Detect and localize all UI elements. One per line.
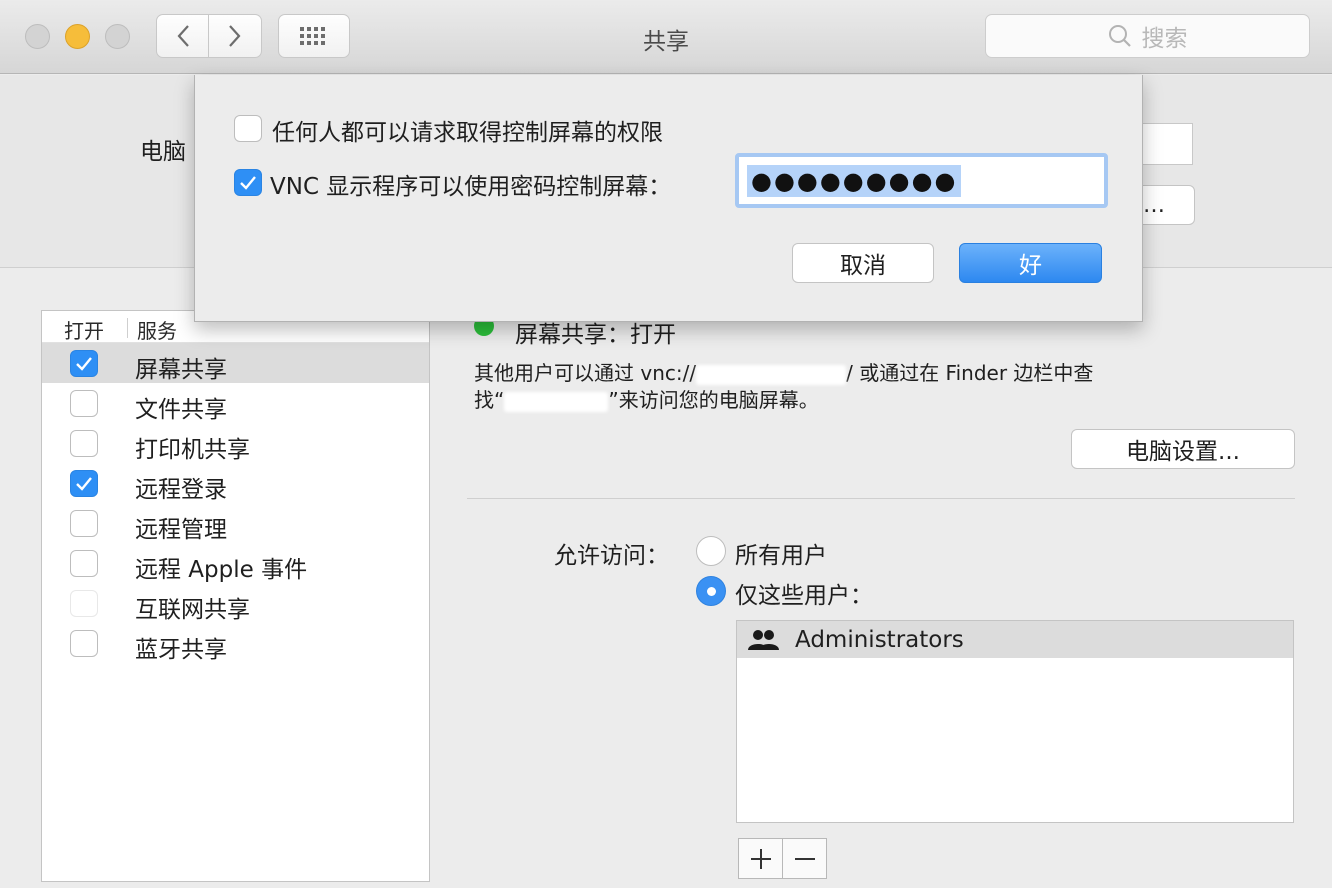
service-row-printer-sharing[interactable]: 打印机共享: [42, 423, 429, 463]
chevron-right-icon: [229, 25, 241, 47]
forward-button[interactable]: [209, 14, 262, 58]
request-control-label[interactable]: 任何人都可以请求取得控制屏幕的权限: [272, 113, 663, 147]
checkmark-icon: [76, 356, 92, 371]
allow-access-label: 允许访问：: [554, 543, 669, 569]
remove-user-button[interactable]: [782, 838, 827, 879]
search-field[interactable]: 搜索: [985, 14, 1310, 58]
search-icon: [1108, 25, 1131, 47]
description-text: 找“: [474, 388, 505, 412]
user-list-item[interactable]: Administrators: [737, 621, 1293, 658]
grid-icon: [300, 27, 325, 45]
section-divider: [467, 498, 1295, 499]
computer-settings-button[interactable]: 电脑设置...: [1071, 429, 1295, 469]
cancel-button[interactable]: 取消: [792, 243, 934, 283]
redacted-address: [696, 364, 847, 385]
column-header-on[interactable]: 打开: [64, 315, 104, 344]
service-description: 其他用户可以通过 vnc:// / 或通过在 Finder 边栏中查 找“ ”来访问…: [474, 360, 1154, 414]
ok-button[interactable]: 好: [959, 243, 1102, 283]
allowed-users-list: Administrators: [736, 620, 1294, 823]
minus-icon: [794, 857, 815, 860]
service-label: 远程登录: [135, 477, 227, 503]
service-checkbox-remote-apple-events[interactable]: [70, 550, 98, 577]
service-label: 远程管理: [135, 517, 227, 543]
description-text: ”来访问您的电脑屏幕。: [608, 388, 819, 412]
service-checkbox-internet-sharing: [70, 590, 98, 617]
zoom-window-button[interactable]: [105, 24, 130, 49]
service-label: 互联网共享: [135, 597, 250, 623]
plus-icon: [750, 848, 771, 869]
service-checkbox-bluetooth-sharing[interactable]: [70, 630, 98, 657]
service-label: 屏幕共享: [135, 357, 227, 383]
chevron-left-icon: [177, 25, 189, 47]
service-checkbox-remote-management[interactable]: [70, 510, 98, 537]
service-checkbox-printer-sharing[interactable]: [70, 430, 98, 457]
services-list: 打开 服务 屏幕共享 文件共享 打印机共享 远程登录 远程管理 远程 Apple…: [41, 310, 430, 882]
checkmark-icon: [76, 476, 92, 491]
title-bar: 共享 搜索: [0, 0, 1332, 74]
service-checkbox-remote-login[interactable]: [70, 470, 98, 497]
service-row-remote-login[interactable]: 远程登录: [42, 463, 429, 503]
radio-all-users[interactable]: [696, 536, 726, 566]
column-header-service[interactable]: 服务: [137, 315, 177, 344]
checkmark-icon: [240, 175, 256, 190]
radio-only-these-users-label[interactable]: 仅这些用户：: [735, 576, 873, 610]
service-row-bluetooth-sharing[interactable]: 蓝牙共享: [42, 623, 429, 663]
service-label: 打印机共享: [135, 437, 250, 463]
computer-settings-sheet: 任何人都可以请求取得控制屏幕的权限 VNC 显示程序可以使用密码控制屏幕： ●●…: [194, 75, 1143, 322]
add-user-button[interactable]: [738, 838, 783, 879]
password-mask: ●●●●●●●●●: [747, 164, 962, 197]
column-divider: [127, 318, 128, 338]
back-button[interactable]: [156, 14, 209, 58]
service-row-remote-apple-events[interactable]: 远程 Apple 事件: [42, 543, 429, 583]
service-label: 蓝牙共享: [135, 637, 227, 663]
close-window-button[interactable]: [25, 24, 50, 49]
service-label: 远程 Apple 事件: [135, 557, 308, 583]
vnc-password-input[interactable]: ●●●●●●●●●: [735, 153, 1108, 208]
vnc-password-label[interactable]: VNC 显示程序可以使用密码控制屏幕：: [270, 167, 671, 201]
show-all-button[interactable]: [278, 14, 350, 58]
service-row-file-sharing[interactable]: 文件共享: [42, 383, 429, 423]
user-name: Administrators: [795, 627, 964, 653]
service-checkbox-screen-sharing[interactable]: [70, 350, 98, 377]
service-row-remote-management[interactable]: 远程管理: [42, 503, 429, 543]
service-row-internet-sharing[interactable]: 互联网共享: [42, 583, 429, 623]
window-title: 共享: [643, 29, 689, 55]
service-label: 文件共享: [135, 397, 227, 423]
service-checkbox-file-sharing[interactable]: [70, 390, 98, 417]
radio-only-these-users[interactable]: [696, 576, 726, 606]
description-text: 其他用户可以通过 vnc://: [474, 361, 697, 385]
computer-name-label: 电脑: [140, 139, 186, 165]
radio-all-users-label[interactable]: 所有用户: [735, 536, 827, 570]
minimize-window-button[interactable]: [65, 24, 90, 49]
redacted-computer-name: [504, 391, 609, 412]
group-icon: [747, 629, 781, 655]
vnc-password-checkbox[interactable]: [234, 169, 262, 196]
search-placeholder: 搜索: [1141, 26, 1188, 52]
service-row-screen-sharing[interactable]: 屏幕共享: [42, 343, 429, 383]
request-control-checkbox[interactable]: [234, 115, 262, 142]
description-text: / 或通过在 Finder 边栏中查: [846, 361, 1094, 385]
